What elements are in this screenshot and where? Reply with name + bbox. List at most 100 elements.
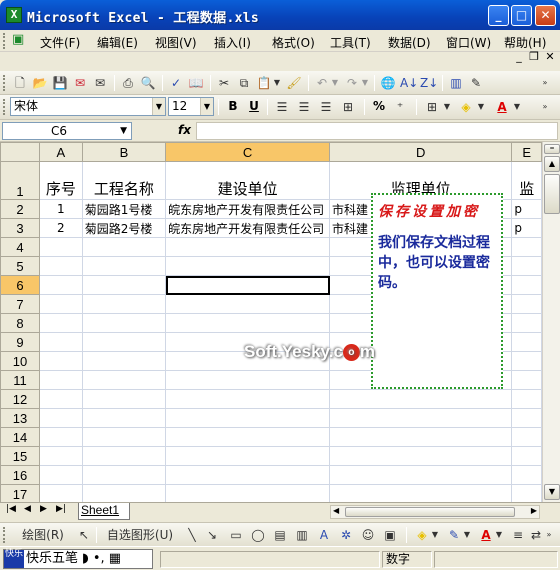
cell[interactable]: 皖东房地产开发有限责任公司 bbox=[165, 199, 331, 219]
line-style-icon[interactable]: ≡ bbox=[510, 527, 526, 543]
copy-icon[interactable]: ⧉ bbox=[236, 75, 252, 91]
draw-menu-button[interactable]: 绘图(R) bbox=[14, 527, 72, 543]
chevron-down-icon[interactable]: ▼ bbox=[200, 98, 213, 115]
menu-help[interactable]: 帮助(H) bbox=[504, 34, 546, 51]
column-header[interactable]: D bbox=[329, 142, 513, 162]
cell-header[interactable]: 建设单位 bbox=[165, 161, 331, 200]
line-icon[interactable]: ╲ bbox=[184, 527, 200, 543]
underline-button[interactable]: U bbox=[245, 98, 263, 115]
cell[interactable] bbox=[39, 256, 83, 276]
cell[interactable] bbox=[81, 351, 167, 371]
borders-icon[interactable]: ⊞ bbox=[424, 99, 440, 115]
toolbar-grip[interactable] bbox=[3, 527, 6, 543]
redo-dropdown-icon[interactable]: ▼ bbox=[360, 75, 370, 91]
punctuation-icon[interactable]: •, bbox=[89, 551, 105, 566]
maximize-button[interactable]: □ bbox=[511, 5, 532, 26]
textbox-icon[interactable]: ▤ bbox=[272, 527, 288, 543]
minimize-button[interactable]: _ bbox=[488, 5, 509, 26]
vertical-textbox-icon[interactable]: ▥ bbox=[294, 527, 310, 543]
hscroll-thumb[interactable] bbox=[345, 507, 515, 517]
align-center-icon[interactable]: ☰ bbox=[296, 99, 312, 115]
cell[interactable] bbox=[329, 484, 513, 502]
chevron-down-icon[interactable]: ▼ bbox=[120, 123, 127, 139]
cell[interactable] bbox=[81, 484, 167, 502]
row-header[interactable]: 7 bbox=[0, 294, 41, 314]
cell[interactable] bbox=[81, 446, 167, 466]
cell-header[interactable]: 工程名称 bbox=[81, 161, 167, 200]
column-header[interactable]: A bbox=[39, 142, 83, 162]
menu-edit[interactable]: 编辑(E) bbox=[97, 34, 138, 51]
cell[interactable] bbox=[81, 332, 167, 352]
cell[interactable] bbox=[39, 237, 83, 257]
autoshapes-menu-button[interactable]: 自选图形(U) bbox=[102, 527, 178, 543]
cell[interactable] bbox=[511, 370, 542, 390]
menu-tools[interactable]: 工具(T) bbox=[330, 34, 371, 51]
wordart-icon[interactable]: A bbox=[316, 527, 332, 543]
cell[interactable] bbox=[511, 427, 542, 447]
chart-wizard-icon[interactable]: ▥ bbox=[448, 75, 464, 91]
cell[interactable]: p bbox=[511, 199, 542, 219]
align-left-icon[interactable]: ☰ bbox=[274, 99, 290, 115]
menu-view[interactable]: 视图(V) bbox=[155, 34, 197, 51]
scroll-up-button[interactable]: ▲ bbox=[544, 156, 560, 172]
spelling-icon[interactable]: ✓ bbox=[168, 75, 184, 91]
cell[interactable]: p bbox=[511, 218, 542, 238]
borders-dropdown-icon[interactable]: ▼ bbox=[442, 99, 452, 115]
bold-button[interactable]: B bbox=[224, 98, 242, 115]
menu-insert[interactable]: 插入(I) bbox=[214, 34, 251, 51]
row-header[interactable]: 16 bbox=[0, 465, 41, 485]
cell[interactable] bbox=[511, 408, 542, 428]
cut-icon[interactable]: ✂ bbox=[216, 75, 232, 91]
cell[interactable] bbox=[511, 465, 542, 485]
cell[interactable]: 2 bbox=[39, 218, 83, 238]
arrow-icon[interactable]: ↘ bbox=[204, 527, 220, 543]
arrow-style-icon[interactable]: ⇄ bbox=[528, 527, 544, 543]
cell[interactable] bbox=[39, 370, 83, 390]
cell[interactable]: 皖东房地产开发有限责任公司 bbox=[165, 218, 331, 238]
next-sheet-button[interactable]: ▶ bbox=[40, 504, 47, 514]
cell[interactable] bbox=[81, 370, 167, 390]
cell[interactable] bbox=[511, 237, 542, 257]
doc-minimize-button[interactable]: _ bbox=[512, 50, 526, 63]
column-header[interactable]: B bbox=[81, 142, 167, 162]
cell[interactable] bbox=[39, 408, 83, 428]
cell-header[interactable]: 序号 bbox=[39, 161, 83, 200]
row-header[interactable]: 11 bbox=[0, 370, 41, 390]
row-header[interactable]: 4 bbox=[0, 237, 41, 257]
cell[interactable] bbox=[165, 446, 331, 466]
cell[interactable] bbox=[39, 313, 83, 333]
close-button[interactable]: ✕ bbox=[535, 5, 556, 26]
paste-dropdown-icon[interactable]: ▼ bbox=[272, 75, 282, 91]
chevron-down-icon[interactable]: ▼ bbox=[152, 98, 165, 115]
cell[interactable] bbox=[511, 275, 542, 295]
cell[interactable] bbox=[81, 256, 167, 276]
oval-icon[interactable]: ◯ bbox=[250, 527, 266, 543]
cell[interactable] bbox=[81, 275, 167, 295]
font-color-icon[interactable]: A bbox=[478, 527, 494, 543]
scroll-right-button[interactable]: ▶ bbox=[531, 506, 537, 515]
cell[interactable] bbox=[39, 446, 83, 466]
permission-icon[interactable]: ✉ bbox=[72, 75, 88, 91]
cell[interactable] bbox=[511, 446, 542, 466]
drawing-icon[interactable]: ✎ bbox=[468, 75, 484, 91]
font-color-dropdown-icon[interactable]: ▼ bbox=[512, 99, 522, 115]
tab-sheet1[interactable]: Sheet1 bbox=[78, 503, 130, 520]
cell-header[interactable]: 监 bbox=[511, 161, 542, 200]
cell[interactable] bbox=[39, 484, 83, 502]
first-sheet-button[interactable]: |◀ bbox=[6, 504, 16, 514]
cell[interactable] bbox=[39, 351, 83, 371]
clipart-icon[interactable]: ☺ bbox=[360, 527, 376, 543]
cell[interactable] bbox=[39, 332, 83, 352]
row-header[interactable]: 17 bbox=[0, 484, 41, 502]
selected-cell[interactable] bbox=[165, 275, 331, 295]
font-color-dropdown-icon[interactable]: ▼ bbox=[494, 527, 504, 543]
scroll-left-button[interactable]: ◀ bbox=[333, 506, 339, 515]
font-color-icon[interactable]: A bbox=[494, 99, 510, 115]
line-color-icon[interactable]: ✎ bbox=[446, 527, 462, 543]
row-header[interactable]: 12 bbox=[0, 389, 41, 409]
undo-icon[interactable]: ↶ bbox=[314, 75, 330, 91]
cell[interactable] bbox=[39, 389, 83, 409]
cell[interactable] bbox=[165, 256, 331, 276]
row-header[interactable]: 8 bbox=[0, 313, 41, 333]
row-header[interactable]: 6 bbox=[0, 275, 41, 295]
